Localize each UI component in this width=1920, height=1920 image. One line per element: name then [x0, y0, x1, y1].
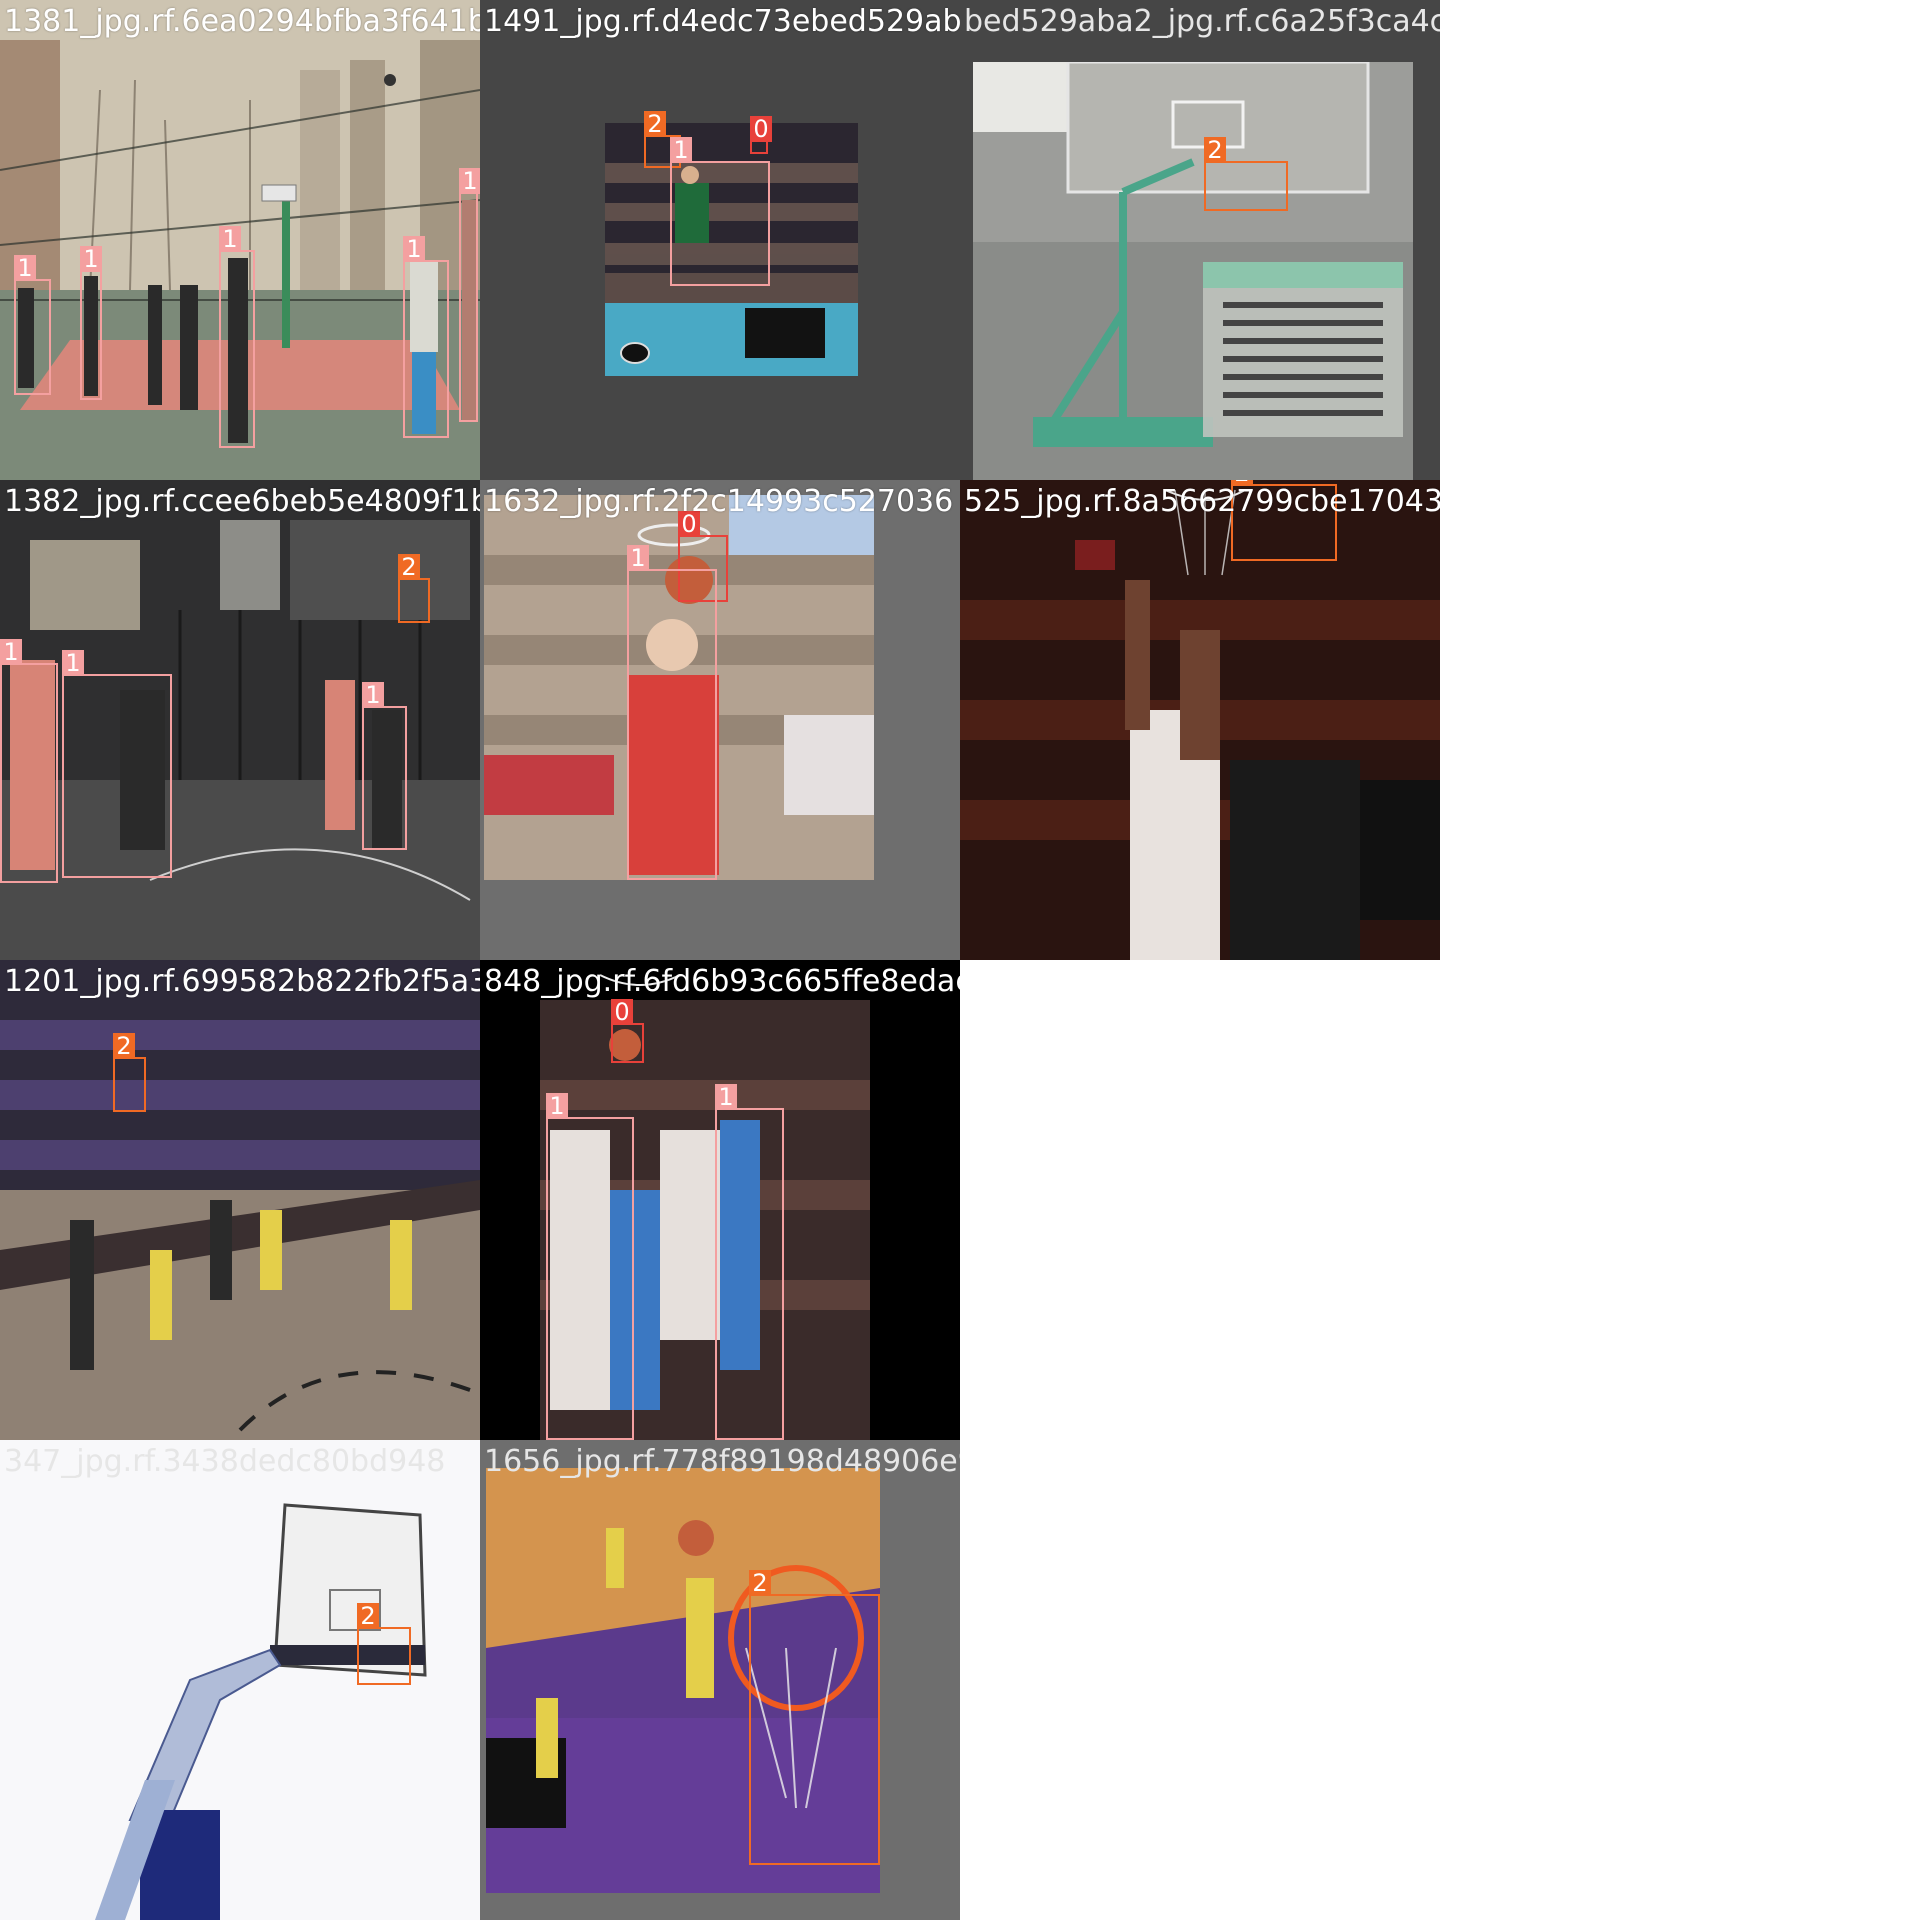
mosaic-tile: 2 347_jpg.rf.3438dedc80bd948 [0, 1440, 480, 1920]
mosaic-tile: 2 1201_jpg.rf.699582b822fb2f5a3 [0, 960, 480, 1440]
mosaic-tile: 0 1 1 848_jpg.rf.6fd6b93c665ffe8edaeb8c6… [480, 960, 960, 1440]
class-label: 2 [1204, 137, 1226, 163]
mosaic-tile: 0 1 1632_jpg.rf.2f2c14993c527036 [480, 480, 960, 960]
detection-box-person: 1 [80, 246, 102, 400]
mosaic-tile: 2 1656_jpg.rf.778f89198d48906e903a78f84d… [480, 1440, 960, 1920]
class-label: 1 [0, 639, 22, 665]
class-label: 1 [362, 682, 384, 708]
class-label: 1 [627, 545, 649, 571]
class-label: 1 [14, 255, 36, 281]
detection-box-ball: 0 [611, 999, 644, 1063]
class-label: 1 [219, 226, 241, 252]
training-batch-mosaic: 1 1 1 1 1 1381_jpg.rf.6ea0294bfba3f641b6… [0, 0, 1920, 1920]
class-label: 0 [611, 999, 633, 1025]
detection-box-person: 1 [715, 1084, 784, 1440]
mosaic-tile: 2 525_jpg.rf.8a5662799cbe17043572d5fe416… [960, 480, 1440, 960]
class-label: 1 [546, 1093, 568, 1119]
class-label: 1 [459, 168, 480, 194]
detection-box-person: 1 [459, 168, 480, 422]
detection-box-hoop: 2 [357, 1603, 411, 1685]
detection-box-person: 1 [362, 682, 407, 850]
detection-box-person: 1 [219, 226, 255, 448]
mosaic-tile: 2 bed529aba2_jpg.rf.c6a25f3ca4c8bbef67f8… [960, 0, 1440, 480]
mosaic-tile: 1 1 1 1 1 1381_jpg.rf.6ea0294bfba3f641b6… [0, 0, 480, 480]
class-label: 1 [715, 1084, 737, 1110]
detection-box-hoop: 2 [749, 1570, 880, 1865]
detection-box-person: 1 [627, 545, 717, 880]
game-photo [960, 480, 1440, 960]
class-label: 0 [750, 116, 772, 142]
detection-box-hoop: 2 [1231, 480, 1337, 561]
mosaic-tile: 2 1 0 1491_jpg.rf.d4edc73ebed529aba25f0 [480, 0, 960, 480]
detection-box-person: 1 [403, 236, 449, 438]
class-label: 2 [1231, 480, 1253, 486]
hoop-product-photo [973, 62, 1413, 480]
class-label: 2 [113, 1033, 135, 1059]
class-label: 2 [644, 111, 666, 137]
class-label: 2 [357, 1603, 379, 1629]
mosaic-tile: 2 1 1 1 1382_jpg.rf.ccee6beb5e4809f1b205… [0, 480, 480, 960]
detection-box-ball: 0 [750, 116, 772, 154]
class-label: 1 [80, 246, 102, 272]
class-label: 2 [398, 554, 420, 580]
detection-box-person: 1 [546, 1093, 634, 1440]
detection-box-person: 1 [62, 650, 172, 878]
free-throw-photo [0, 960, 480, 1440]
detection-box-hoop: 2 [398, 554, 430, 623]
detection-box-hoop: 2 [1204, 137, 1288, 211]
class-label: 2 [749, 1570, 771, 1596]
detection-box-person: 1 [14, 255, 51, 395]
class-label: 1 [403, 236, 425, 262]
detection-box-person: 1 [0, 639, 58, 883]
detection-box-hoop: 2 [113, 1033, 146, 1112]
class-label: 1 [62, 650, 84, 676]
class-label: 1 [670, 137, 692, 163]
detection-box-person: 1 [670, 137, 770, 286]
class-label: 0 [678, 511, 700, 537]
